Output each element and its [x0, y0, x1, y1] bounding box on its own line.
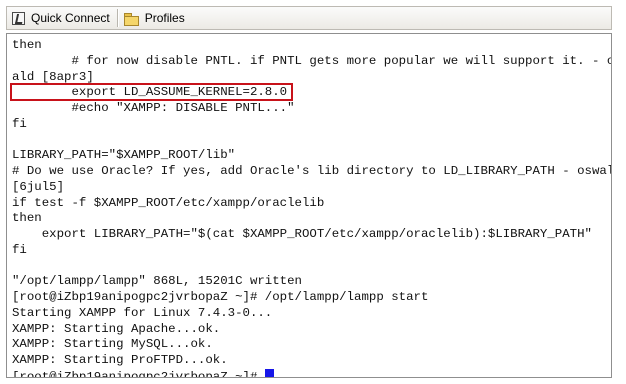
quick-connect-icon	[12, 11, 25, 25]
toolbar: Quick Connect Profiles	[6, 6, 612, 30]
terminal-line: fi	[12, 116, 27, 131]
terminal-line: #echo "XAMPP: DISABLE PNTL..."	[12, 101, 295, 115]
terminal-output[interactable]: then # for now disable PNTL. if PNTL get…	[6, 33, 612, 378]
text-cursor	[264, 368, 274, 377]
profiles-button[interactable]: Profiles	[119, 7, 192, 29]
terminal-line: XAMPP: Starting Apache...ok.	[12, 321, 221, 336]
terminal-line: # Do we use Oracle? If yes, add Oracle's…	[12, 164, 612, 178]
highlighted-export-line: export LD_ASSUME_KERNEL=2.8.0	[9, 83, 294, 102]
folder-icon	[123, 12, 139, 26]
terminal-line: LIBRARY_PATH="$XAMPP_ROOT/lib"	[12, 148, 236, 163]
terminal-line: then	[12, 211, 42, 226]
quick-connect-button[interactable]: Quick Connect	[7, 7, 117, 29]
quick-connect-label: Quick Connect	[31, 11, 110, 25]
shell-prompt: [root@iZbp19anipogpc2jvrbopaZ ~]#	[12, 369, 265, 378]
terminal-line: then	[12, 38, 42, 52]
terminal-line: "/opt/lampp/lampp" 868L, 15201C written	[12, 274, 302, 289]
terminal-prompt-line[interactable]: [root@iZbp19anipogpc2jvrbopaZ ~]#	[12, 368, 607, 378]
terminal-line: Starting XAMPP for Linux 7.4.3-0...	[12, 305, 273, 320]
terminal-line: [6jul5]	[12, 179, 65, 194]
terminal-lines: then # for now disable PNTL. if PNTL get…	[9, 38, 612, 378]
terminal-line: if test -f $XAMPP_ROOT/etc/xampp/oraclel…	[12, 195, 325, 210]
terminal-line-highlighted: export LD_ASSUME_KERNEL=2.8.0	[9, 83, 607, 102]
terminal-line: fi	[12, 242, 27, 257]
terminal-line: export LIBRARY_PATH="$(cat $XAMPP_ROOT/e…	[12, 227, 592, 241]
terminal-line: XAMPP: Starting MySQL...ok.	[12, 337, 213, 352]
ssh-client-window: Quick Connect Profiles then # for now di…	[0, 0, 626, 384]
terminal-line: # for now disable PNTL. if PNTL gets mor…	[12, 53, 612, 68]
terminal-line: [root@iZbp19anipogpc2jvrbopaZ ~]# /opt/l…	[12, 290, 429, 304]
terminal-line: XAMPP: Starting ProFTPD...ok.	[12, 353, 228, 367]
profiles-label: Profiles	[144, 11, 185, 25]
terminal-line: ald [8apr3]	[12, 69, 94, 84]
